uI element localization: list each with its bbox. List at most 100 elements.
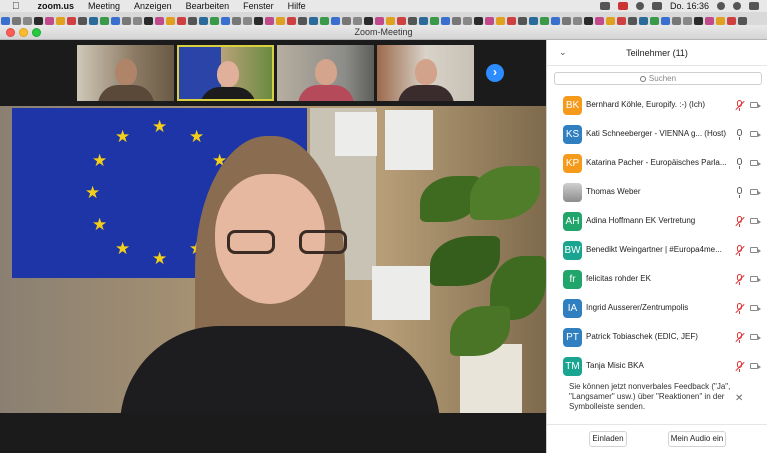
camera-icon[interactable]: [750, 160, 761, 166]
menu-extra-icon[interactable]: [562, 17, 571, 25]
invite-button[interactable]: Einladen: [589, 431, 627, 447]
participant-row[interactable]: BW Benedikt Weingartner | #Europa4me...: [547, 237, 767, 266]
participant-row[interactable]: BK Bernhard Köhle, Europify. :-) (Ich): [547, 92, 767, 121]
menu-extra-icon[interactable]: [155, 17, 164, 25]
spotlight-icon[interactable]: [717, 2, 725, 10]
participant-row[interactable]: KP Katarina Pacher - Europäisches Parla..…: [547, 150, 767, 179]
menu-extra-icon[interactable]: [78, 17, 87, 25]
menu-extra-icon[interactable]: [551, 17, 560, 25]
menu-extra-icon[interactable]: [111, 17, 120, 25]
menu-extra-icon[interactable]: [375, 17, 384, 25]
participant-row[interactable]: Thomas Weber: [547, 179, 767, 208]
menu-extra-icon[interactable]: [166, 17, 175, 25]
menu-extra-icon[interactable]: [188, 17, 197, 25]
menu-extra-icon[interactable]: [485, 17, 494, 25]
menu-extra-icon[interactable]: [430, 17, 439, 25]
mic-muted-icon[interactable]: [735, 303, 745, 314]
menu-extra-icon[interactable]: [529, 17, 538, 25]
menu-extra-icon[interactable]: [34, 17, 43, 25]
menu-extra-icon[interactable]: [518, 17, 527, 25]
mic-icon[interactable]: [735, 158, 744, 169]
mic-icon[interactable]: [735, 187, 744, 198]
menu-extra-icon[interactable]: [727, 17, 736, 25]
camera-icon[interactable]: [750, 247, 761, 253]
menu-extra-icon[interactable]: [738, 17, 747, 25]
maximize-window-button[interactable]: [32, 28, 41, 37]
participant-row[interactable]: PT Patrick Tobiaschek (EDIC, JEF): [547, 324, 767, 353]
menu-extra-icon[interactable]: [606, 17, 615, 25]
menu-extra-icon[interactable]: [320, 17, 329, 25]
menu-extra-icon[interactable]: [243, 17, 252, 25]
menu-extra-icon[interactable]: [716, 17, 725, 25]
menu-extra-icon[interactable]: [661, 17, 670, 25]
menu-extra-icon[interactable]: [276, 17, 285, 25]
menu-extra-icon[interactable]: [683, 17, 692, 25]
camera-icon[interactable]: [750, 276, 761, 282]
participant-row[interactable]: IA Ingrid Ausserer/Zentrumpolis: [547, 295, 767, 324]
participant-row[interactable]: fr felicitas rohder EK: [547, 266, 767, 295]
wifi-icon[interactable]: [635, 2, 644, 10]
chevron-down-icon[interactable]: ⌄: [559, 47, 567, 58]
mic-muted-icon[interactable]: [735, 361, 745, 372]
menu-extra-icon[interactable]: [507, 17, 516, 25]
menu-extra-icon[interactable]: [210, 17, 219, 25]
menu-extra-icon[interactable]: [144, 17, 153, 25]
apple-icon[interactable]: : [12, 1, 20, 12]
menu-extra-icon[interactable]: [298, 17, 307, 25]
mic-muted-icon[interactable]: [735, 332, 745, 343]
menu-extra-icon[interactable]: [386, 17, 395, 25]
camera-icon[interactable]: [750, 363, 761, 369]
menu-extra-icon[interactable]: [342, 17, 351, 25]
menu-extra-icon[interactable]: [265, 17, 274, 25]
menu-extra-icon[interactable]: [364, 17, 373, 25]
menu-extra-icon[interactable]: [628, 17, 637, 25]
menu-extra-icon[interactable]: [133, 17, 142, 25]
menu-help[interactable]: Hilfe: [288, 1, 306, 11]
menu-extra-icon[interactable]: [650, 17, 659, 25]
menu-extra-icon[interactable]: [705, 17, 714, 25]
participant-row[interactable]: AH Adina Hoffmann EK Vertretung: [547, 208, 767, 237]
menu-extra-icon[interactable]: [639, 17, 648, 25]
menu-extra-icon[interactable]: [100, 17, 109, 25]
menu-extra-icon[interactable]: [331, 17, 340, 25]
menu-extra-icon[interactable]: [584, 17, 593, 25]
menu-extra-icon[interactable]: [397, 17, 406, 25]
siri-icon[interactable]: [733, 2, 741, 10]
zoom-status-icon[interactable]: [599, 2, 610, 10]
menu-extra-icon[interactable]: [67, 17, 76, 25]
video-thumbnail-active-speaker[interactable]: [177, 45, 274, 101]
active-speaker-video[interactable]: ★ ★ ★ ★ ★ ★ ★ ★ ★ ★ ★ ★: [0, 106, 546, 413]
menu-extra-icon[interactable]: [672, 17, 681, 25]
camera-icon[interactable]: [750, 218, 761, 224]
menu-extra-icon[interactable]: [56, 17, 65, 25]
menu-extra-icon[interactable]: [617, 17, 626, 25]
camera-icon[interactable]: [750, 334, 761, 340]
minimize-window-button[interactable]: [19, 28, 28, 37]
menu-extra-icon[interactable]: [463, 17, 472, 25]
menu-view[interactable]: Anzeigen: [134, 1, 172, 11]
menu-extra-icon[interactable]: [474, 17, 483, 25]
menu-extra-icon[interactable]: [199, 17, 208, 25]
menu-extra-icon[interactable]: [232, 17, 241, 25]
clock[interactable]: Do. 16:36: [670, 1, 709, 11]
notification-icon[interactable]: [617, 2, 628, 10]
menu-extra-icon[interactable]: [23, 17, 32, 25]
menu-window[interactable]: Fenster: [243, 1, 274, 11]
next-page-button[interactable]: ›: [486, 64, 504, 82]
menu-extra-icon[interactable]: [540, 17, 549, 25]
menu-extra-icon[interactable]: [419, 17, 428, 25]
menu-extra-icon[interactable]: [452, 17, 461, 25]
menu-extra-icon[interactable]: [496, 17, 505, 25]
close-window-button[interactable]: [6, 28, 15, 37]
menu-extra-icon[interactable]: [12, 17, 21, 25]
menu-extra-icon[interactable]: [287, 17, 296, 25]
unmute-self-button[interactable]: Mein Audio ein: [668, 431, 726, 447]
participant-row[interactable]: TM Tanja Misic BKA: [547, 353, 767, 382]
menu-extra-icon[interactable]: [89, 17, 98, 25]
menu-extra-icon[interactable]: [353, 17, 362, 25]
menu-meeting[interactable]: Meeting: [88, 1, 120, 11]
menu-extra-icon[interactable]: [177, 17, 186, 25]
menu-extra-icon[interactable]: [309, 17, 318, 25]
video-thumbnail[interactable]: [377, 45, 474, 101]
mic-muted-icon[interactable]: [735, 274, 745, 285]
